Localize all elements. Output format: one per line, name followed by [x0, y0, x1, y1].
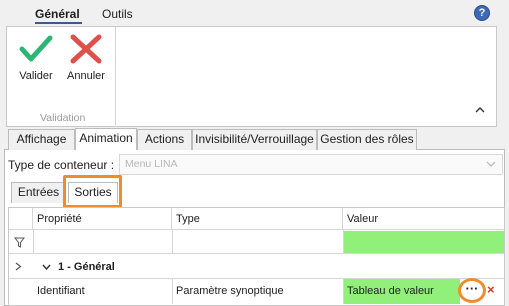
- grid-header-valeur[interactable]: Valeur: [343, 208, 504, 230]
- cancel-label: Annuler: [67, 70, 105, 82]
- help-icon[interactable]: ?: [474, 5, 490, 21]
- container-type-label: Type de conteneur :: [8, 158, 115, 172]
- grid-header-type[interactable]: Type: [172, 208, 343, 230]
- close-icon[interactable]: ×: [487, 282, 495, 297]
- sorties-highlight: [63, 175, 122, 208]
- chevron-down-icon: [486, 161, 496, 167]
- row-property-cell: Identifiant: [37, 285, 85, 297]
- chevron-down-icon[interactable]: [42, 264, 51, 270]
- data-row-divider-1: [172, 279, 173, 304]
- ribbon-group-label: Validation: [40, 112, 86, 124]
- group-row-label: 1 - Général: [58, 261, 115, 273]
- check-icon: [19, 35, 53, 62]
- tab-actions[interactable]: Actions: [137, 129, 192, 150]
- ribbon-tab-outils[interactable]: Outils: [102, 6, 133, 22]
- row-value-text: Tableau de valeur: [347, 285, 434, 297]
- container-type-value: Menu LINA: [125, 158, 178, 170]
- ribbon-group-separator: [115, 27, 116, 125]
- row-expand-icon[interactable]: [15, 262, 22, 271]
- validate-label: Valider: [19, 70, 53, 82]
- filter-icon[interactable]: [14, 237, 25, 248]
- container-type-select[interactable]: Menu LINA: [119, 154, 503, 175]
- subtab-entrees[interactable]: Entrées: [11, 182, 66, 203]
- ribbon-tab-general[interactable]: Général: [35, 6, 80, 22]
- filter-divider-1: [33, 230, 34, 253]
- cross-icon: [70, 34, 102, 64]
- validate-button[interactable]: Valider: [12, 34, 60, 82]
- collapse-ribbon-icon[interactable]: [474, 105, 486, 115]
- tab-gestion-des-roles[interactable]: Gestion des rôles: [317, 129, 417, 150]
- tab-affichage[interactable]: Affichage: [8, 129, 75, 150]
- grid-header-indicator: [9, 208, 33, 230]
- tab-invisibilite-verrouillage[interactable]: Invisibilité/Verrouillage: [192, 129, 317, 150]
- filter-divider-2: [172, 230, 173, 253]
- ribbon-tab-underline: [35, 22, 82, 24]
- ellipsis-button[interactable]: ···: [458, 278, 486, 303]
- tab-animation[interactable]: Animation: [75, 128, 137, 150]
- row-type-cell: Paramètre synoptique: [176, 285, 284, 297]
- filter-valeur-cell[interactable]: [344, 231, 504, 253]
- cancel-button[interactable]: Annuler: [62, 34, 110, 82]
- grid-header-propriete[interactable]: Propriété: [33, 208, 172, 230]
- filter-row-bottom: [9, 253, 504, 254]
